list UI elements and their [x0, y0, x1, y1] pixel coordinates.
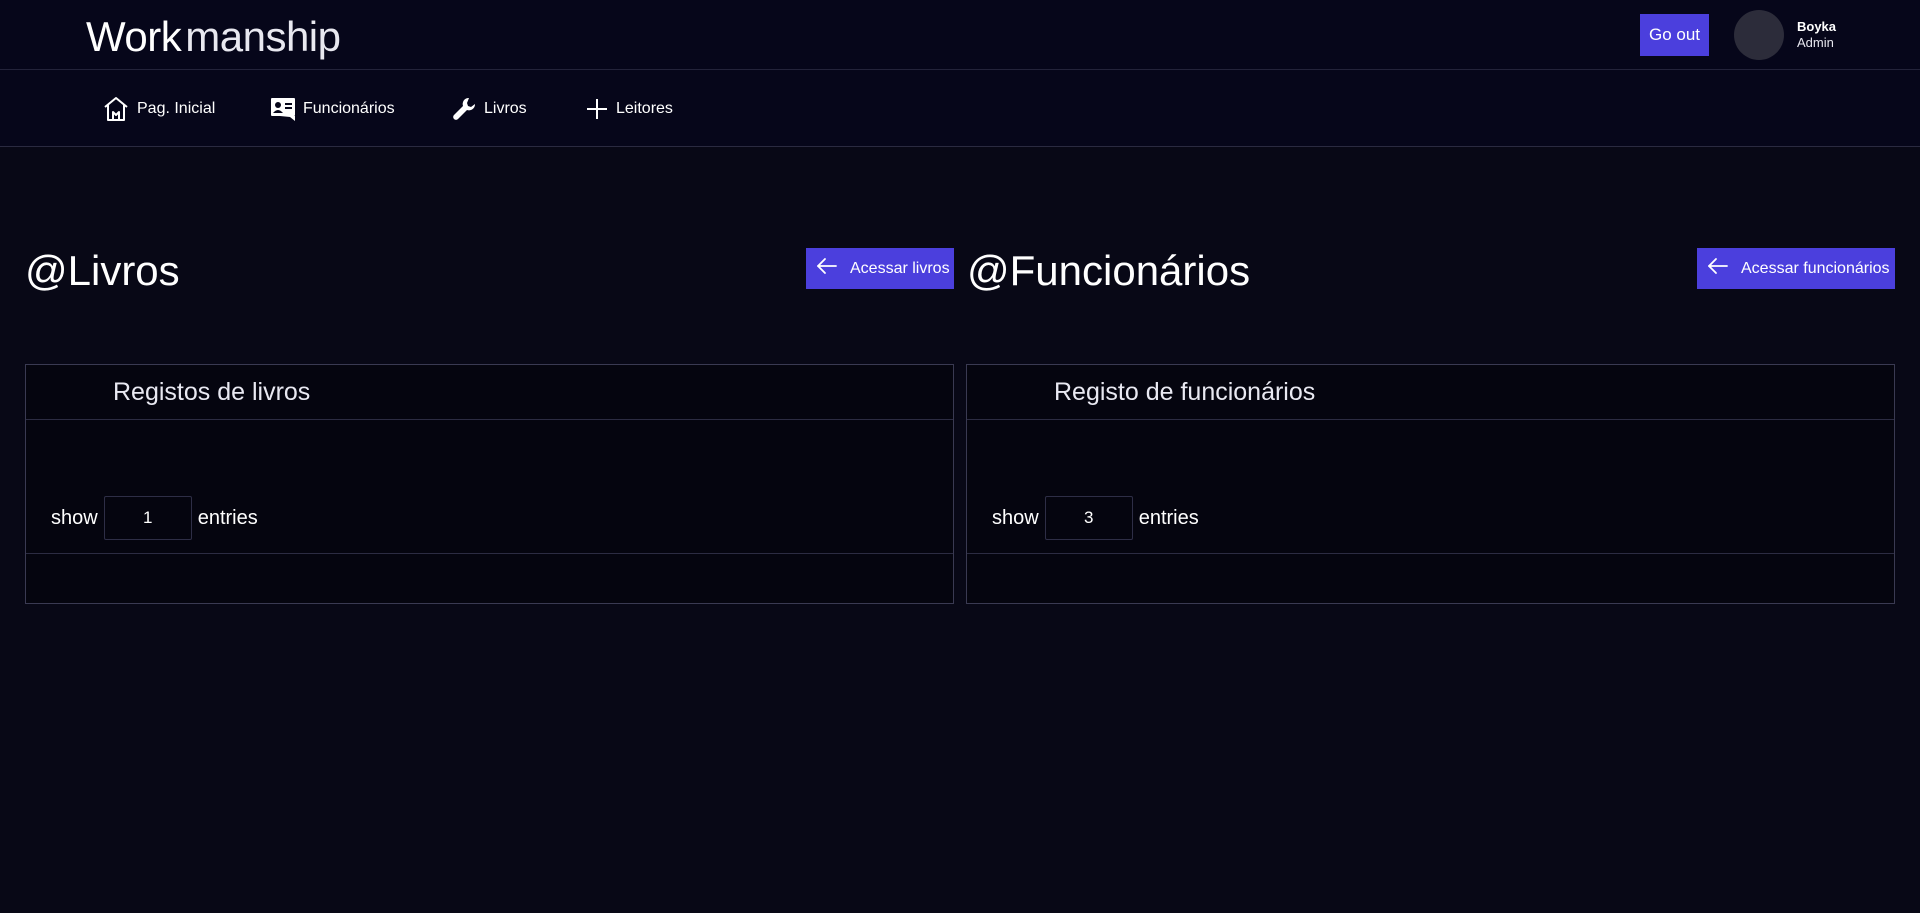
panel-registo-funcionarios: Registo de funcionários show entries	[966, 364, 1895, 604]
panel-header: Registo de funcionários	[967, 365, 1894, 420]
panel-divider	[967, 553, 1894, 554]
app-logo[interactable]: Workmanship	[86, 12, 341, 62]
go-out-button[interactable]: Go out	[1640, 14, 1709, 56]
nav-item-label: Pag. Inicial	[137, 100, 216, 117]
logo-bold-text: Work	[86, 13, 182, 60]
wrench-icon	[451, 96, 477, 122]
main-nav: Pag. Inicial Funcionários Livros Leitore…	[0, 70, 1920, 147]
section-title-livros: @Livros	[25, 247, 180, 294]
show-label: show	[51, 506, 98, 529]
section-title-funcionarios: @Funcionários	[967, 247, 1251, 294]
nav-item-label: Leitores	[616, 100, 673, 117]
button-label: Acessar livros	[850, 259, 950, 277]
logo-light-text: manship	[185, 13, 341, 60]
entries-input[interactable]	[1044, 496, 1133, 540]
nav-item-funcionarios[interactable]: Funcionários	[270, 94, 395, 124]
plus-icon	[585, 97, 609, 121]
nav-item-livros[interactable]: Livros	[451, 94, 527, 124]
acessar-livros-button[interactable]: Acessar livros	[806, 248, 954, 289]
entries-label: entries	[1138, 506, 1199, 529]
nav-item-pag-inicial[interactable]: Pag. Inicial	[102, 94, 215, 124]
panel-registos-livros: Registos de livros show entries	[25, 364, 954, 604]
top-header: Workmanship Go out Boyka Admin	[0, 0, 1920, 70]
panel-title: Registos de livros	[113, 378, 311, 406]
entries-control: show entries	[51, 496, 258, 540]
nav-item-label: Funcionários	[303, 100, 395, 117]
arrow-left-icon	[1707, 257, 1729, 280]
user-role: Admin	[1797, 35, 1834, 50]
panel-divider	[26, 553, 953, 554]
show-label: show	[992, 506, 1039, 529]
avatar[interactable]	[1734, 10, 1784, 60]
employees-icon	[270, 96, 296, 122]
user-name: Boyka	[1797, 19, 1837, 34]
button-label: Acessar funcionários	[1741, 259, 1890, 277]
entries-label: entries	[197, 506, 258, 529]
arrow-left-icon	[816, 257, 838, 280]
nav-item-leitores[interactable]: Leitores	[585, 94, 673, 124]
home-icon	[102, 95, 130, 123]
panel-title: Registo de funcionários	[1054, 378, 1316, 406]
panel-header: Registos de livros	[26, 365, 953, 420]
nav-item-label: Livros	[484, 100, 527, 117]
entries-input[interactable]	[103, 496, 192, 540]
entries-control: show entries	[992, 496, 1199, 540]
acessar-funcionarios-button[interactable]: Acessar funcionários	[1697, 248, 1895, 289]
